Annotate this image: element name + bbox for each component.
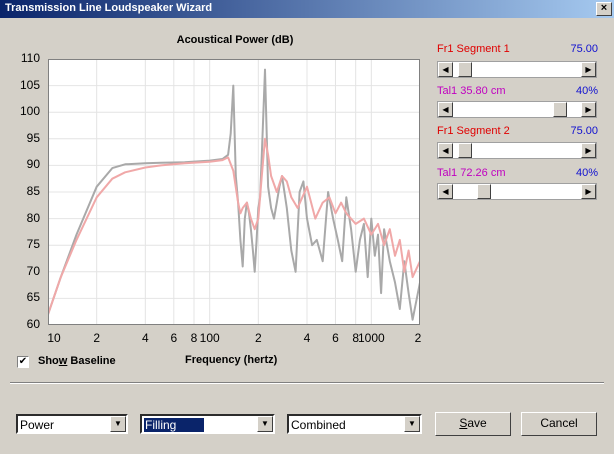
x-tick-label: 10 (47, 331, 61, 345)
filling-dropdown-value: Filling (142, 417, 206, 433)
cancel-button[interactable]: Cancel (521, 412, 597, 436)
x-tick-label: 6 (170, 331, 178, 345)
scroll-right-button[interactable]: ▶ (581, 184, 596, 199)
taper-1-scrollbar[interactable]: ◀ ▶ (437, 101, 597, 118)
x-tick-label: 4 (141, 331, 149, 345)
segment-2-scrollbar[interactable]: ◀ ▶ (437, 142, 597, 159)
taper-1-label: Tal1 35.80 cm (437, 85, 506, 97)
y-tick-label: 75 (26, 237, 40, 252)
frequency-response-plot (48, 59, 420, 325)
y-tick-label: 95 (26, 130, 40, 145)
chevron-down-icon[interactable]: ▼ (257, 416, 273, 432)
segment-1-label: Fr1 Segment 1 (437, 43, 510, 55)
filling-dropdown[interactable]: Filling ▼ (140, 414, 275, 434)
x-tick-label: 2 (93, 331, 100, 345)
window-title: Transmission Line Loudspeaker Wizard (5, 2, 213, 14)
x-tick-label: 2 (254, 331, 262, 345)
taper-1-value: 40% (575, 85, 598, 97)
scroll-left-button[interactable]: ◀ (438, 184, 453, 199)
y-tick-label: 90 (26, 157, 40, 172)
mode-dropdown-value: Power (20, 418, 55, 432)
x-axis-label: Frequency (hertz) (185, 354, 278, 366)
taper-2-scrollbar[interactable]: ◀ ▶ (437, 183, 597, 200)
view-dropdown-value: Combined (291, 418, 346, 432)
save-button-label: ave (467, 416, 487, 430)
show-baseline-checkbox[interactable]: ✔ (17, 356, 29, 368)
taper-2-label: Tal1 72.26 cm (437, 167, 506, 179)
taper-2-value: 40% (575, 167, 598, 179)
x-tick-label: 6 (332, 331, 339, 345)
segment-2-label: Fr1 Segment 2 (437, 125, 510, 137)
taper-2-thumb[interactable] (476, 184, 491, 199)
x-tick-label: 2 (414, 331, 422, 345)
close-button[interactable]: × (596, 2, 612, 16)
x-tick-label: 4 (303, 331, 311, 345)
y-tick-label: 110 (20, 51, 40, 65)
y-tick-label: 65 (26, 290, 40, 305)
scroll-right-button[interactable]: ▶ (581, 62, 596, 77)
title-bar: Transmission Line Loudspeaker Wizard × (0, 0, 614, 18)
y-tick-label: 105 (19, 77, 40, 92)
segment-1-thumb[interactable] (457, 62, 472, 77)
x-tick-label: 100 (199, 331, 220, 345)
chevron-down-icon[interactable]: ▼ (110, 416, 126, 432)
separator (10, 382, 604, 384)
show-baseline-label: Show Baseline (38, 355, 116, 367)
chart-title: Acoustical Power (dB) (176, 34, 294, 46)
segment-2-thumb[interactable] (457, 143, 472, 158)
scroll-left-button[interactable]: ◀ (438, 102, 453, 117)
view-dropdown[interactable]: Combined ▼ (287, 414, 422, 434)
y-tick-label: 85 (26, 184, 40, 198)
segment-1-value: 75.00 (570, 43, 598, 55)
y-tick-label: 70 (26, 263, 40, 278)
y-tick-label: 80 (26, 210, 40, 225)
x-tick-label: 1000 (357, 331, 385, 345)
scroll-right-button[interactable]: ▶ (581, 102, 596, 117)
taper-1-thumb[interactable] (553, 102, 568, 117)
save-button[interactable]: Save (435, 412, 511, 436)
x-tick-label: 8 (190, 331, 198, 345)
scroll-left-button[interactable]: ◀ (438, 143, 453, 158)
scroll-left-button[interactable]: ◀ (438, 62, 453, 77)
segment-2-value: 75.00 (570, 125, 598, 137)
y-tick-label: 100 (19, 104, 40, 119)
chevron-down-icon[interactable]: ▼ (404, 416, 420, 432)
scroll-right-button[interactable]: ▶ (581, 143, 596, 158)
y-tick-label: 60 (26, 317, 40, 331)
segment-1-scrollbar[interactable]: ◀ ▶ (437, 61, 597, 78)
mode-dropdown[interactable]: Power ▼ (16, 414, 128, 434)
